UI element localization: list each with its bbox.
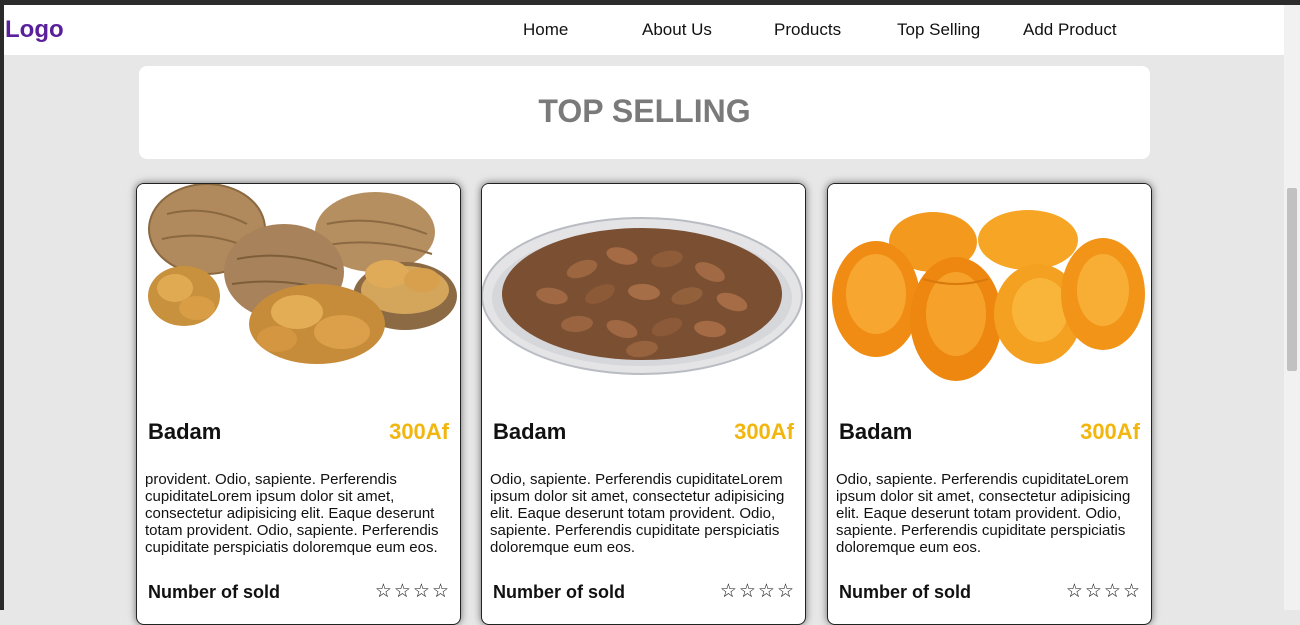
rating-stars[interactable]: ☆☆☆☆: [375, 580, 451, 603]
product-name: Badam: [493, 419, 567, 444]
nav-products[interactable]: Products: [774, 20, 841, 40]
number-of-sold-label: Number of sold: [839, 582, 972, 602]
number-of-sold-label: Number of sold: [148, 582, 281, 602]
product-card[interactable]: Badam 300Af provident. Odio, sapiente. P…: [136, 183, 461, 625]
site-header: Logo Home About Us Products Top Selling …: [4, 5, 1284, 55]
walnuts-image: [137, 184, 460, 402]
section-title-panel: TOP SELLING: [139, 66, 1150, 159]
product-description: Odio, sapiente. Perferendis cupiditateLo…: [836, 471, 1131, 556]
product-description: provident. Odio, sapiente. Perferendis c…: [145, 471, 439, 556]
scrollbar-thumb[interactable]: [1287, 188, 1297, 371]
nav-about-us[interactable]: About Us: [642, 20, 712, 40]
nav-home[interactable]: Home: [523, 20, 568, 40]
site-logo[interactable]: Logo: [5, 16, 64, 44]
product-price: 300Af: [389, 419, 449, 444]
almonds-image: [482, 184, 805, 402]
product-description: Odio, sapiente. Perferendis cupiditateLo…: [490, 471, 785, 556]
dried-apricots-image: [828, 184, 1151, 402]
product-price: 300Af: [1080, 419, 1140, 444]
product-name: Badam: [839, 419, 913, 444]
product-card[interactable]: Badam 300Af Odio, sapiente. Perferendis …: [481, 183, 806, 625]
rating-stars[interactable]: ☆☆☆☆: [720, 580, 796, 603]
nav-add-product[interactable]: Add Product: [1023, 20, 1117, 40]
product-name: Badam: [148, 419, 222, 444]
product-price: 300Af: [734, 419, 794, 444]
number-of-sold-label: Number of sold: [493, 582, 626, 602]
page-title: TOP SELLING: [538, 93, 751, 129]
product-card[interactable]: Badam 300Af Odio, sapiente. Perferendis …: [827, 183, 1152, 625]
nav-top-selling[interactable]: Top Selling: [897, 20, 980, 40]
rating-stars[interactable]: ☆☆☆☆: [1066, 580, 1142, 603]
window-left-border: [0, 5, 4, 610]
